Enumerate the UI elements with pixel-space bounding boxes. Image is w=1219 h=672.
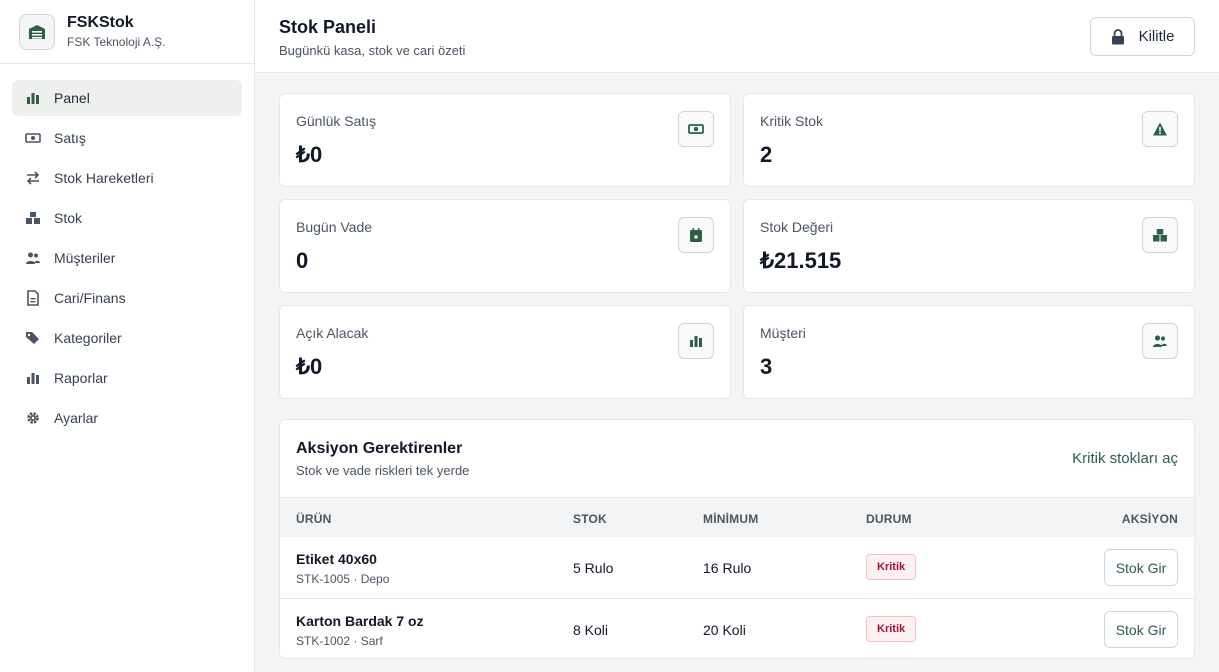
tags-icon — [24, 329, 42, 347]
column-header-aksiyon: AKSİYON — [1121, 512, 1178, 526]
stat-value: 2 — [760, 142, 773, 167]
panel-title: Aksiyon Gerektirenler — [296, 440, 463, 457]
sidebar-item-raporlar[interactable]: Raporlar — [12, 360, 242, 396]
stat-card-bugun-vade: Bugün Vade 0 — [279, 199, 731, 293]
sidebar-item-satis[interactable]: Satış — [12, 120, 242, 156]
status-badge: Kritik — [866, 554, 917, 580]
sidebar-item-cari-finans[interactable]: Cari/Finans — [12, 280, 242, 316]
company-name: FSK Teknoloji A.Ş. — [67, 34, 166, 49]
document-icon — [24, 289, 42, 307]
minimum-value: 16 Rulo — [703, 560, 752, 576]
gear-icon — [24, 409, 42, 427]
warning-icon — [1142, 111, 1178, 147]
swap-arrows-icon — [24, 169, 42, 187]
stat-card-gunluk-satis: Günlük Satış ₺0 — [279, 93, 731, 187]
open-critical-stock-link[interactable]: Kritik stokları aç — [1072, 450, 1178, 467]
stat-label: Günlük Satış — [296, 113, 377, 129]
stat-label: Stok Değeri — [760, 219, 834, 235]
stat-label: Açık Alacak — [296, 325, 369, 341]
users-icon — [24, 249, 42, 267]
warehouse-icon — [19, 13, 55, 50]
stock-entry-button[interactable]: Stok Gir — [1104, 611, 1178, 648]
lock-icon — [1111, 28, 1124, 44]
page-subtitle: Bugünkü kasa, stok ve cari özeti — [279, 43, 466, 58]
stock-value: 5 Rulo — [573, 560, 614, 576]
brand: FSKStok FSK Teknoloji A.Ş. — [0, 0, 254, 64]
product-code: STK-1002 · Sarf — [296, 634, 383, 648]
actions-panel: Aksiyon Gerektirenler Stok ve vade riskl… — [279, 419, 1195, 659]
column-header-durum: DURUM — [866, 512, 912, 526]
sidebar-item-label: Stok — [54, 210, 83, 226]
stat-value: ₺0 — [296, 354, 323, 379]
product-name: Etiket 40x60 — [296, 551, 377, 567]
sidebar-item-stok-hareketleri[interactable]: Stok Hareketleri — [12, 160, 242, 196]
column-header-minimum: MİNİMUM — [703, 512, 759, 526]
stat-label: Kritik Stok — [760, 113, 824, 129]
panel-subtitle: Stok ve vade riskleri tek yerde — [296, 463, 470, 478]
users-icon — [1142, 323, 1178, 359]
table-header: ÜRÜN STOK MİNİMUM DURUM AKSİYON — [280, 497, 1194, 537]
sidebar-item-musteriler[interactable]: Müşteriler — [12, 240, 242, 276]
stat-card-acik-alacak: Açık Alacak ₺0 — [279, 305, 731, 399]
chart-bar-icon — [678, 323, 714, 359]
stat-value: 0 — [296, 248, 309, 273]
minimum-value: 20 Koli — [703, 622, 746, 638]
lock-button[interactable]: Kilitle — [1090, 17, 1195, 56]
sidebar-nav: Panel Satış Stok Hareketleri Stok Müşter… — [0, 64, 254, 456]
sidebar-item-label: Stok Hareketleri — [54, 170, 154, 186]
chart-bar-icon — [24, 89, 42, 107]
sidebar-item-label: Satış — [54, 130, 86, 146]
stat-card-stok-degeri: Stok Değeri ₺21.515 — [743, 199, 1195, 293]
sidebar-item-stok[interactable]: Stok — [12, 200, 242, 236]
sidebar-item-label: Panel — [54, 90, 90, 106]
lock-button-label: Kilitle — [1138, 28, 1175, 45]
sidebar-item-ayarlar[interactable]: Ayarlar — [12, 400, 242, 436]
stat-card-musteri: Müşteri 3 — [743, 305, 1195, 399]
table-row: Etiket 40x60 STK-1005 · Depo 5 Rulo 16 R… — [280, 537, 1194, 598]
sidebar-item-panel[interactable]: Panel — [12, 80, 242, 116]
sidebar: FSKStok FSK Teknoloji A.Ş. Panel Satış S… — [0, 0, 255, 672]
column-header-urun: ÜRÜN — [296, 512, 332, 526]
boxes-icon — [24, 209, 42, 227]
stat-label: Bugün Vade — [296, 219, 373, 235]
cash-icon — [678, 111, 714, 147]
sidebar-item-label: Cari/Finans — [54, 290, 126, 306]
page-title: Stok Paneli — [279, 17, 377, 37]
app-name: FSKStok — [67, 13, 134, 31]
stat-value: ₺0 — [296, 142, 323, 167]
column-header-stok: STOK — [573, 512, 607, 526]
sidebar-item-label: Raporlar — [54, 370, 108, 386]
product-name: Karton Bardak 7 oz — [296, 613, 424, 629]
stat-card-kritik-stok: Kritik Stok 2 — [743, 93, 1195, 187]
page-header: Stok Paneli Bugünkü kasa, stok ve cari ö… — [255, 0, 1219, 73]
stat-value: 3 — [760, 354, 773, 379]
calendar-icon — [678, 217, 714, 253]
stock-entry-button[interactable]: Stok Gir — [1104, 549, 1178, 586]
stat-label: Müşteri — [760, 325, 806, 341]
sidebar-item-label: Ayarlar — [54, 410, 99, 426]
cash-icon — [24, 129, 42, 147]
sidebar-item-kategoriler[interactable]: Kategoriler — [12, 320, 242, 356]
status-badge: Kritik — [866, 616, 917, 642]
table-row: Karton Bardak 7 oz STK-1002 · Sarf 8 Kol… — [280, 598, 1194, 658]
sidebar-item-label: Müşteriler — [54, 250, 116, 266]
stat-value: ₺21.515 — [760, 248, 842, 273]
chart-bar-icon — [24, 369, 42, 387]
stock-value: 8 Koli — [573, 622, 609, 638]
sidebar-item-label: Kategoriler — [54, 330, 122, 346]
product-code: STK-1005 · Depo — [296, 572, 390, 586]
boxes-icon — [1142, 217, 1178, 253]
